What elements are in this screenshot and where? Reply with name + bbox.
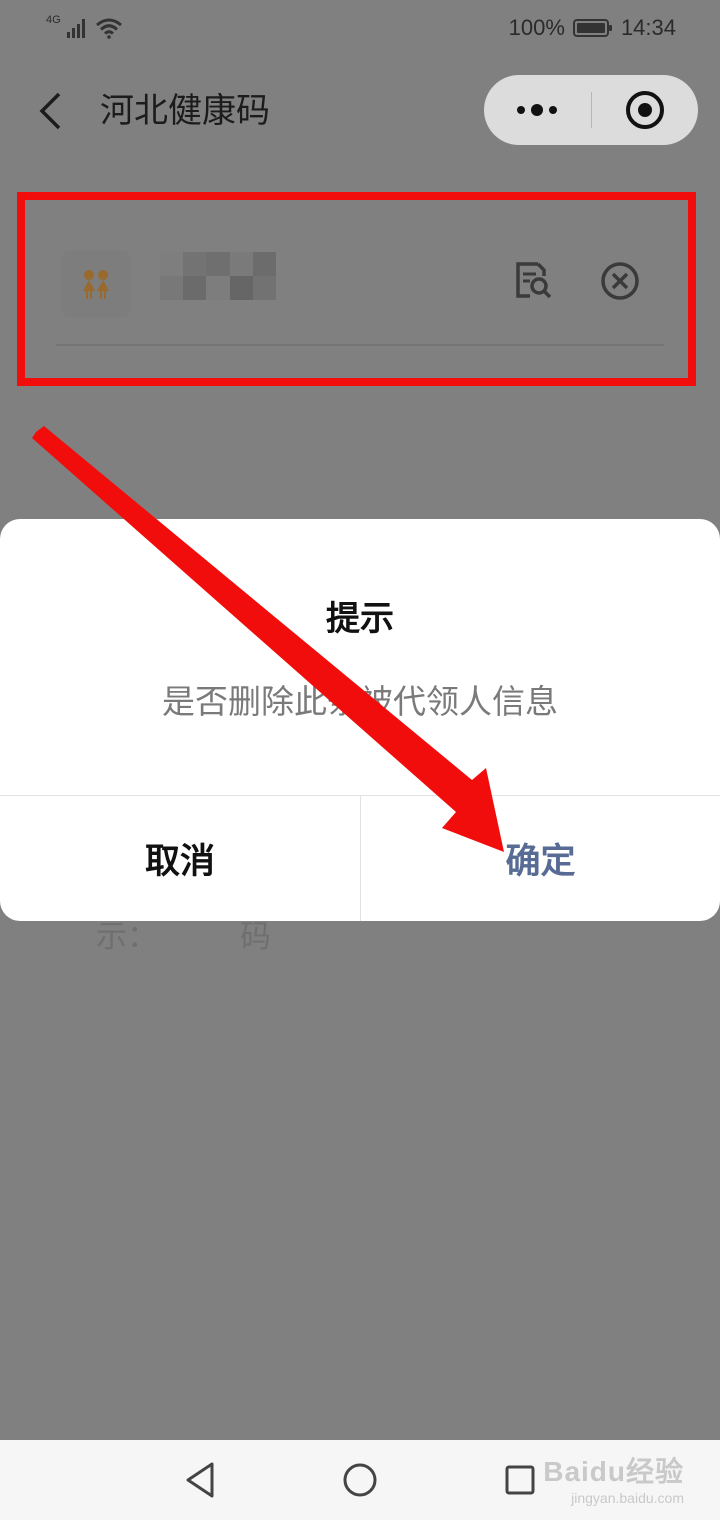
watermark-brand: Baidu经验: [543, 1456, 684, 1487]
close-target-icon: [626, 91, 664, 129]
wifi-icon: [95, 18, 122, 39]
avatar: [62, 250, 130, 318]
battery-icon: [572, 19, 612, 37]
watermark: Baidu经验 jingyan.baidu.com: [543, 1450, 684, 1506]
android-back-icon[interactable]: [180, 1458, 224, 1502]
watermark-url: jingyan.baidu.com: [571, 1490, 684, 1506]
system-nav-bar: Baidu经验 jingyan.baidu.com: [0, 1440, 720, 1520]
page-title: 河北健康码: [100, 91, 270, 131]
battery-percent: 100%: [508, 15, 565, 40]
remove-person-button[interactable]: [598, 259, 642, 303]
more-dots-icon: [517, 104, 557, 116]
cancel-button[interactable]: 取消: [0, 796, 360, 921]
network-type: 4G: [46, 14, 61, 26]
more-button[interactable]: [484, 75, 590, 145]
view-detail-button[interactable]: [510, 258, 554, 302]
card-divider: [56, 344, 664, 346]
signal-icon: [66, 19, 85, 38]
android-recent-icon[interactable]: [498, 1458, 542, 1502]
remove-circle-x-icon: [601, 262, 639, 300]
proxy-person-card: [56, 210, 664, 346]
dialog-title: 提示: [326, 599, 394, 639]
back-arrow-icon: [39, 92, 61, 130]
children-avatar-icon: [83, 270, 109, 299]
confirm-dialog: 提示 是否删除此条被代领人信息 取消 确定: [0, 519, 720, 921]
status-left: 4G: [46, 14, 123, 42]
confirm-button[interactable]: 确定: [361, 796, 720, 921]
nav-bar: 河北健康码: [0, 66, 720, 156]
status-right: 100% 14:34: [509, 14, 676, 42]
detail-search-icon: [516, 262, 552, 299]
blurred-name: [160, 252, 276, 300]
status-bar: 4G 100% 14:34: [0, 0, 720, 56]
clock: 14:34: [620, 15, 676, 40]
close-program-button[interactable]: [592, 75, 698, 145]
android-home-icon[interactable]: [338, 1458, 382, 1502]
mini-program-capsule: [484, 75, 698, 145]
back-button[interactable]: [26, 84, 74, 138]
dialog-message: 是否删除此条被代领人信息: [162, 682, 558, 721]
